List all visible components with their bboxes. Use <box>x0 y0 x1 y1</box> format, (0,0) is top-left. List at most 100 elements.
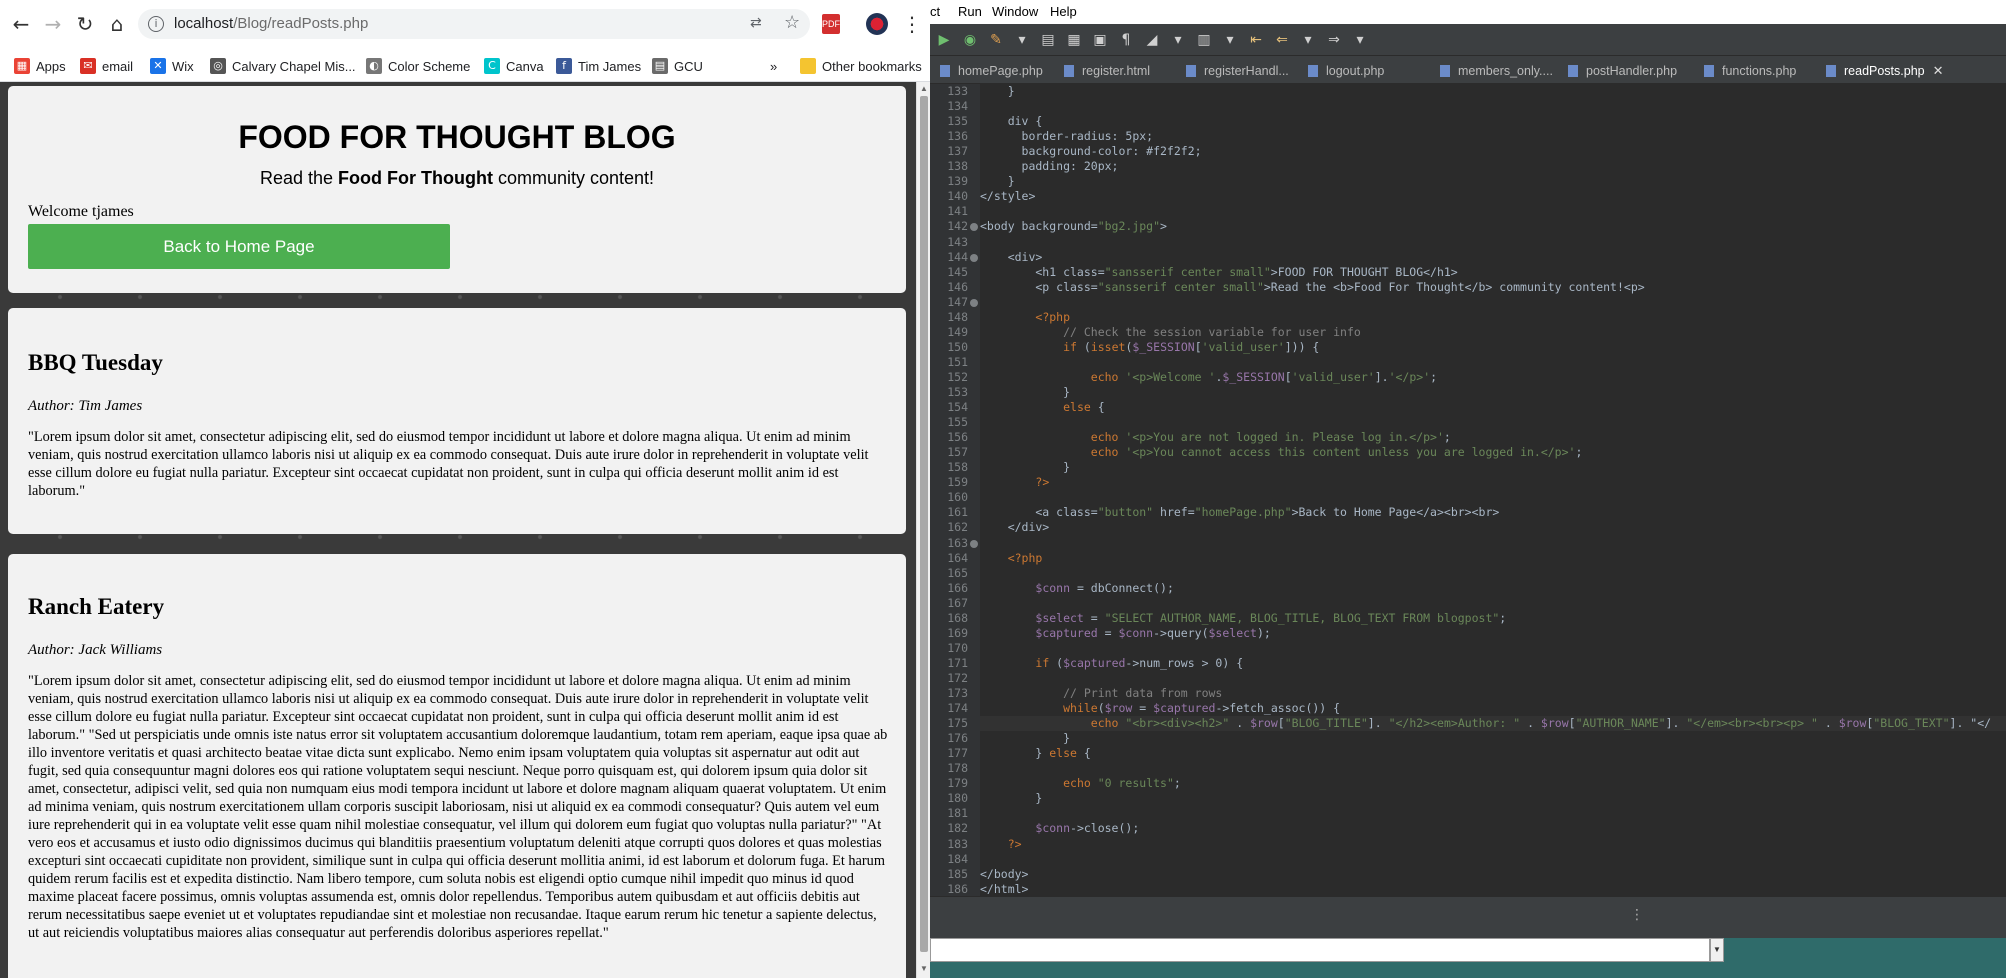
fold-toggle-icon[interactable] <box>970 539 978 548</box>
code-line[interactable]: } else { <box>980 746 1090 760</box>
page-scrollbar[interactable]: ▲ ▼ <box>916 82 930 978</box>
url-text[interactable]: localhost/Blog/readPosts.php <box>174 15 368 32</box>
code-line[interactable]: echo "<br><div><h2>" . $row["BLOG_TITLE"… <box>980 716 1991 730</box>
pdf-extension-icon[interactable]: PDF <box>822 14 840 34</box>
dropdown-arrow-icon[interactable]: ▼ <box>1710 938 1724 962</box>
code-line[interactable]: echo "0 results"; <box>980 776 1181 790</box>
close-tab-icon[interactable]: ✕ <box>1933 64 1944 79</box>
debug-icon[interactable]: ◉ <box>960 30 980 50</box>
fold-toggle-icon[interactable] <box>970 253 978 262</box>
editor-tab[interactable]: functions.php <box>1704 60 1796 82</box>
shift-icon[interactable]: ◢ <box>1142 30 1162 50</box>
bookmark-star-icon[interactable]: ☆ <box>784 12 800 33</box>
forward-nav-icon[interactable]: ⇒ <box>1324 30 1344 50</box>
resize-grip-icon[interactable]: ⋮ <box>1630 907 1644 923</box>
scrollbar-thumb[interactable] <box>920 96 928 952</box>
code-line[interactable]: // Print data from rows <box>980 686 1222 700</box>
bookmarks-overflow-button[interactable]: » <box>770 56 777 76</box>
code-line[interactable]: </div> <box>980 520 1050 534</box>
bookmark-item[interactable]: C Canva <box>484 56 544 76</box>
bookmark-item[interactable]: ✕ Wix <box>150 56 194 76</box>
code-line[interactable]: echo '<p>You are not logged in. Please l… <box>980 430 1451 444</box>
code-line[interactable]: } <box>980 385 1070 399</box>
code-line[interactable]: } <box>980 174 1015 188</box>
bookmark-item[interactable]: ✉ email <box>80 56 133 76</box>
bookmark-item[interactable]: f Tim James <box>556 56 641 76</box>
menu-item[interactable]: Window <box>992 4 1038 19</box>
code-line[interactable]: border-radius: 5px; <box>980 129 1154 143</box>
code-line[interactable]: $select = "SELECT AUTHOR_NAME, BLOG_TITL… <box>980 611 1506 625</box>
code-line[interactable]: <?php <box>980 551 1043 565</box>
code-line[interactable]: $conn->close(); <box>980 821 1139 835</box>
code-line[interactable]: $conn = dbConnect(); <box>980 581 1173 595</box>
bookmark-item[interactable]: ◐ Color Scheme <box>366 56 470 76</box>
editor-tab[interactable]: register.html <box>1064 60 1150 82</box>
code-line[interactable]: if (isset($_SESSION['valid_user'])) { <box>980 340 1319 354</box>
browser-menu-icon[interactable]: ⋮ <box>902 12 922 36</box>
back-icon[interactable]: ← <box>6 9 36 39</box>
editor-tab[interactable]: readPosts.php ✕ <box>1826 60 1944 82</box>
forward-icon[interactable]: → <box>38 9 68 39</box>
code-line[interactable]: // Check the session variable for user i… <box>980 325 1361 339</box>
info-icon[interactable]: i <box>148 16 164 32</box>
editor-tab[interactable]: members_only.... <box>1440 60 1553 82</box>
code-line[interactable]: <?php <box>980 310 1070 324</box>
history-fwd-icon[interactable]: ▾ <box>1350 30 1370 50</box>
code-line[interactable]: } <box>980 84 1015 98</box>
reload-icon[interactable]: ↻ <box>70 9 100 39</box>
back-nav-icon[interactable]: ⇐ <box>1272 30 1292 50</box>
fold-toggle-icon[interactable] <box>970 298 978 307</box>
back-to-home-button[interactable]: Back to Home Page <box>28 224 450 269</box>
code-line[interactable]: <a class="button" href="homePage.php">Ba… <box>980 505 1499 519</box>
code-line[interactable]: </html> <box>980 882 1028 896</box>
code-line[interactable]: ?> <box>980 475 1049 489</box>
clean-build-icon[interactable]: ✎ <box>986 30 1006 50</box>
home-icon[interactable]: ⌂ <box>102 9 132 39</box>
code-line[interactable]: <h1 class="sansserif center small">FOOD … <box>980 265 1457 279</box>
code-line[interactable]: background-color: #f2f2f2; <box>980 144 1202 158</box>
code-line[interactable]: } <box>980 460 1070 474</box>
code-line[interactable]: ?> <box>980 837 1022 851</box>
code-line[interactable]: if ($captured->num_rows > 0) { <box>980 656 1243 670</box>
code-line[interactable]: padding: 20px; <box>980 159 1119 173</box>
code-line[interactable]: </style> <box>980 189 1035 203</box>
code-line[interactable]: <div> <box>980 250 1043 264</box>
bookmark-item[interactable]: ▦ Apps <box>14 56 66 76</box>
address-bar[interactable]: i localhost/Blog/readPosts.php ⇄ ☆ <box>138 9 810 39</box>
open-folder-icon[interactable]: ▤ <box>1038 30 1058 50</box>
source-icon[interactable]: ▣ <box>1090 30 1110 50</box>
save-icon[interactable]: ▦ <box>1064 30 1084 50</box>
bookmark-item[interactable]: ▤ GCU <box>652 56 703 76</box>
editor-tab[interactable]: registerHandl... <box>1186 60 1289 82</box>
run-icon[interactable]: ▶ <box>934 30 954 50</box>
editor-tab[interactable]: homePage.php <box>940 60 1043 82</box>
other-bookmarks-folder[interactable]: Other bookmarks <box>800 56 922 76</box>
bookmark-icon[interactable]: ▥ <box>1194 30 1214 50</box>
toggle-icon[interactable]: ▾ <box>1220 30 1240 50</box>
code-line[interactable]: <body background="bg2.jpg"> <box>980 219 1167 233</box>
code-line[interactable]: echo '<p>Welcome '.$_SESSION['valid_user… <box>980 370 1437 384</box>
prev-edit-icon[interactable]: ⇤ <box>1246 30 1266 50</box>
menu-item[interactable]: Run <box>958 4 982 19</box>
editor-tab[interactable]: logout.php <box>1308 60 1384 82</box>
translate-icon[interactable]: ⇄ <box>750 15 762 31</box>
profile-icon[interactable]: ▾ <box>1012 30 1032 50</box>
code-line[interactable]: else { <box>980 400 1105 414</box>
code-line[interactable]: <p class="sansserif center small">Read t… <box>980 280 1644 294</box>
code-line[interactable]: echo '<p>You cannot access this content … <box>980 445 1583 459</box>
code-line[interactable]: div { <box>980 114 1043 128</box>
menu-item[interactable]: ct <box>930 4 940 19</box>
format-icon[interactable]: ¶ <box>1116 30 1136 50</box>
menu-item[interactable]: Help <box>1050 4 1077 19</box>
code-editor[interactable]: 133 134 135 136 137 138 139 140 141 142 143 144 145 1… <box>930 84 2006 910</box>
scroll-down-icon[interactable]: ▼ <box>920 964 928 973</box>
scroll-up-icon[interactable]: ▲ <box>920 84 928 93</box>
extension-icon[interactable] <box>866 13 888 35</box>
code-line[interactable]: $captured = $conn->query($select); <box>980 626 1270 640</box>
history-icon[interactable]: ▾ <box>1298 30 1318 50</box>
comment-icon[interactable]: ▾ <box>1168 30 1188 50</box>
command-input[interactable] <box>930 938 1710 962</box>
code-line[interactable]: } <box>980 731 1070 745</box>
editor-tab[interactable]: postHandler.php <box>1568 60 1677 82</box>
code-line[interactable]: </body> <box>980 867 1028 881</box>
